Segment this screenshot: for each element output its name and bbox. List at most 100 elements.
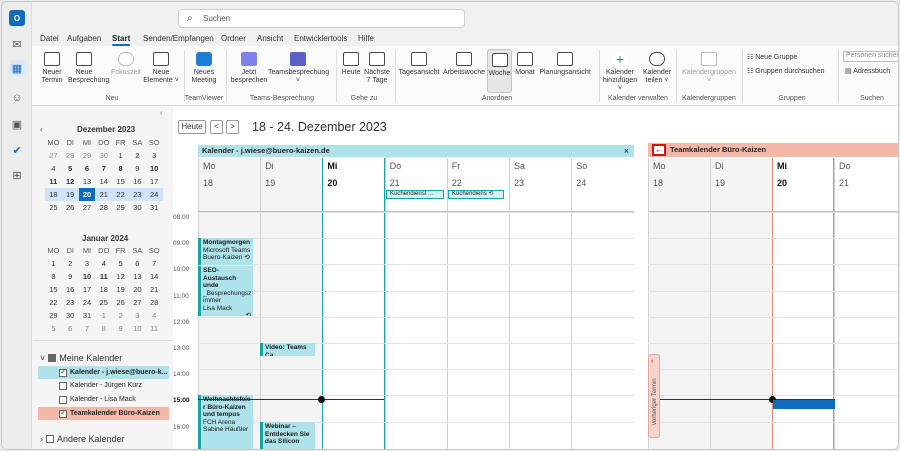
- day-column[interactable]: [446, 158, 509, 449]
- event-weihnachtsfeier[interactable]: Weihnachtsfeier Büro-Kaizenund tempusFCH…: [198, 395, 253, 449]
- day-cell[interactable]: 24: [145, 188, 163, 201]
- day-cell[interactable]: 26: [112, 296, 129, 309]
- menu-senden[interactable]: Senden/Empfangen: [143, 34, 214, 43]
- day-cell[interactable]: 19: [61, 188, 79, 201]
- day-cell[interactable]: 18: [95, 283, 112, 296]
- checkbox-checked[interactable]: ✓: [59, 369, 67, 377]
- new-appointment-button[interactable]: Neuer Termin: [38, 52, 66, 85]
- day-cell[interactable]: 8: [45, 270, 62, 283]
- day-cell[interactable]: 10: [146, 162, 163, 175]
- menu-start[interactable]: Start: [112, 34, 131, 46]
- day-view-button[interactable]: Tagesansicht: [398, 52, 440, 77]
- checkbox-checked[interactable]: ✓: [59, 410, 67, 418]
- new-meeting-button[interactable]: Neue Besprechung: [68, 52, 109, 85]
- new-items-button[interactable]: Neue Elemente ˅: [143, 52, 179, 85]
- day-cell[interactable]: 7: [146, 257, 163, 270]
- browse-groups-button[interactable]: ☷ Gruppen durchsuchen: [747, 67, 825, 75]
- day-cell[interactable]: 11: [146, 322, 163, 335]
- day-cell[interactable]: 21: [95, 188, 113, 201]
- checkbox-unchecked[interactable]: [59, 382, 67, 390]
- apps-icon[interactable]: ⊞: [9, 167, 25, 183]
- day-cell[interactable]: 30: [129, 201, 146, 214]
- day-cell[interactable]: 6: [62, 322, 79, 335]
- teamviewer-meeting-button[interactable]: Neues Meeting: [188, 52, 220, 85]
- team-event-block[interactable]: [773, 400, 835, 409]
- day-cell[interactable]: 14: [146, 270, 163, 283]
- group-checkbox[interactable]: [48, 354, 57, 362]
- checkbox-unchecked[interactable]: [59, 396, 67, 404]
- calendar-item-juergen[interactable]: Kalender - Jürgen Kurz: [38, 379, 169, 392]
- add-calendar-button[interactable]: + Kalender hinzufügen ˅: [602, 52, 638, 93]
- day-cell[interactable]: 29: [45, 309, 62, 322]
- day-cell[interactable]: 10: [129, 322, 146, 335]
- day-cell[interactable]: 25: [45, 201, 62, 214]
- day-cell[interactable]: 13: [79, 175, 96, 188]
- day-cell[interactable]: 15: [45, 283, 62, 296]
- event-montagmorgen[interactable]: Montagmorgen Microsoft Teams Buero-Kaizen …: [198, 238, 253, 265]
- day-cell[interactable]: 22: [45, 296, 62, 309]
- day-cell[interactable]: 22: [112, 188, 129, 201]
- day-cell[interactable]: 24: [79, 296, 96, 309]
- day-cell[interactable]: 3: [79, 257, 96, 270]
- day-column[interactable]: [260, 158, 323, 449]
- day-cell[interactable]: 13: [129, 270, 146, 283]
- day-cell[interactable]: 5: [112, 257, 129, 270]
- day-cell[interactable]: 30: [95, 149, 112, 162]
- day-cell[interactable]: 1: [112, 149, 129, 162]
- previous-appointment-tab[interactable]: ‹ Vorheriger Termin: [648, 354, 660, 438]
- day-cell[interactable]: 27: [129, 296, 146, 309]
- event-seo-austausch[interactable]: SEO-Austausch unde _Besprechungsz immer Lisa…: [198, 266, 253, 316]
- day-cell[interactable]: 18: [45, 188, 62, 201]
- day-cell[interactable]: 16: [129, 175, 146, 188]
- day-cell[interactable]: 6: [79, 162, 96, 175]
- day-cell[interactable]: 2: [129, 149, 146, 162]
- day-column[interactable]: [509, 158, 572, 449]
- day-cell[interactable]: 29: [112, 201, 129, 214]
- tasks-icon[interactable]: ▣: [9, 116, 25, 132]
- day-cell[interactable]: 8: [112, 162, 129, 175]
- day-cell[interactable]: 3: [129, 309, 146, 322]
- close-icon[interactable]: ×: [624, 145, 629, 157]
- day-cell[interactable]: 12: [62, 175, 79, 188]
- menu-ansicht[interactable]: Ansicht: [257, 34, 283, 43]
- day-cell[interactable]: 31: [79, 309, 96, 322]
- next-week-button[interactable]: >: [226, 120, 239, 134]
- people-icon[interactable]: ☺: [9, 90, 25, 106]
- mail-icon[interactable]: ✉: [9, 36, 25, 52]
- prev-week-button[interactable]: <: [210, 120, 223, 134]
- day-cell[interactable]: 6: [129, 257, 146, 270]
- day-cell[interactable]: 15: [112, 175, 129, 188]
- day-cell[interactable]: 17: [79, 283, 96, 296]
- meet-now-button[interactable]: Jetzt besprechen: [230, 52, 268, 85]
- day-column[interactable]: [384, 158, 447, 449]
- day-cell[interactable]: 11: [95, 270, 112, 283]
- day-cell[interactable]: 28: [62, 149, 79, 162]
- day-cell[interactable]: 1: [95, 309, 112, 322]
- menu-aufgaben[interactable]: Aufgaben: [67, 34, 101, 43]
- day-cell[interactable]: 20: [78, 188, 96, 201]
- menu-datei[interactable]: Datei: [40, 34, 59, 43]
- day-cell[interactable]: 23: [62, 296, 79, 309]
- day-cell[interactable]: 9: [112, 322, 129, 335]
- day-cell[interactable]: 20: [129, 283, 146, 296]
- day-cell[interactable]: 27: [45, 149, 62, 162]
- day-cell[interactable]: 19: [112, 283, 129, 296]
- event-video-teams[interactable]: Video: Teams Ca: [260, 343, 315, 356]
- day-cell[interactable]: 30: [62, 309, 79, 322]
- day-column[interactable]: [571, 158, 634, 449]
- menu-hilfe[interactable]: Hilfe: [358, 34, 374, 43]
- schedule-view-button[interactable]: Planungsansicht: [538, 52, 592, 77]
- day-cell[interactable]: 2: [62, 257, 79, 270]
- search-input[interactable]: Suchen: [203, 14, 230, 23]
- share-calendar-button[interactable]: Kalender teilen ˅: [642, 52, 672, 85]
- day-cell[interactable]: 25: [95, 296, 112, 309]
- day-cell[interactable]: 14: [95, 175, 112, 188]
- day-cell[interactable]: 11: [45, 175, 62, 188]
- calendar-item-lisa[interactable]: Kalender - Lisa Mack: [38, 393, 169, 406]
- day-cell[interactable]: 10: [79, 270, 96, 283]
- todo-check-icon[interactable]: ✔: [9, 142, 25, 158]
- day-column[interactable]: [322, 158, 385, 449]
- collapse-arrow-icon[interactable]: ‹: [160, 110, 162, 117]
- day-cell[interactable]: 9: [129, 162, 146, 175]
- focus-time-button[interactable]: Fokuszeit: [110, 52, 142, 77]
